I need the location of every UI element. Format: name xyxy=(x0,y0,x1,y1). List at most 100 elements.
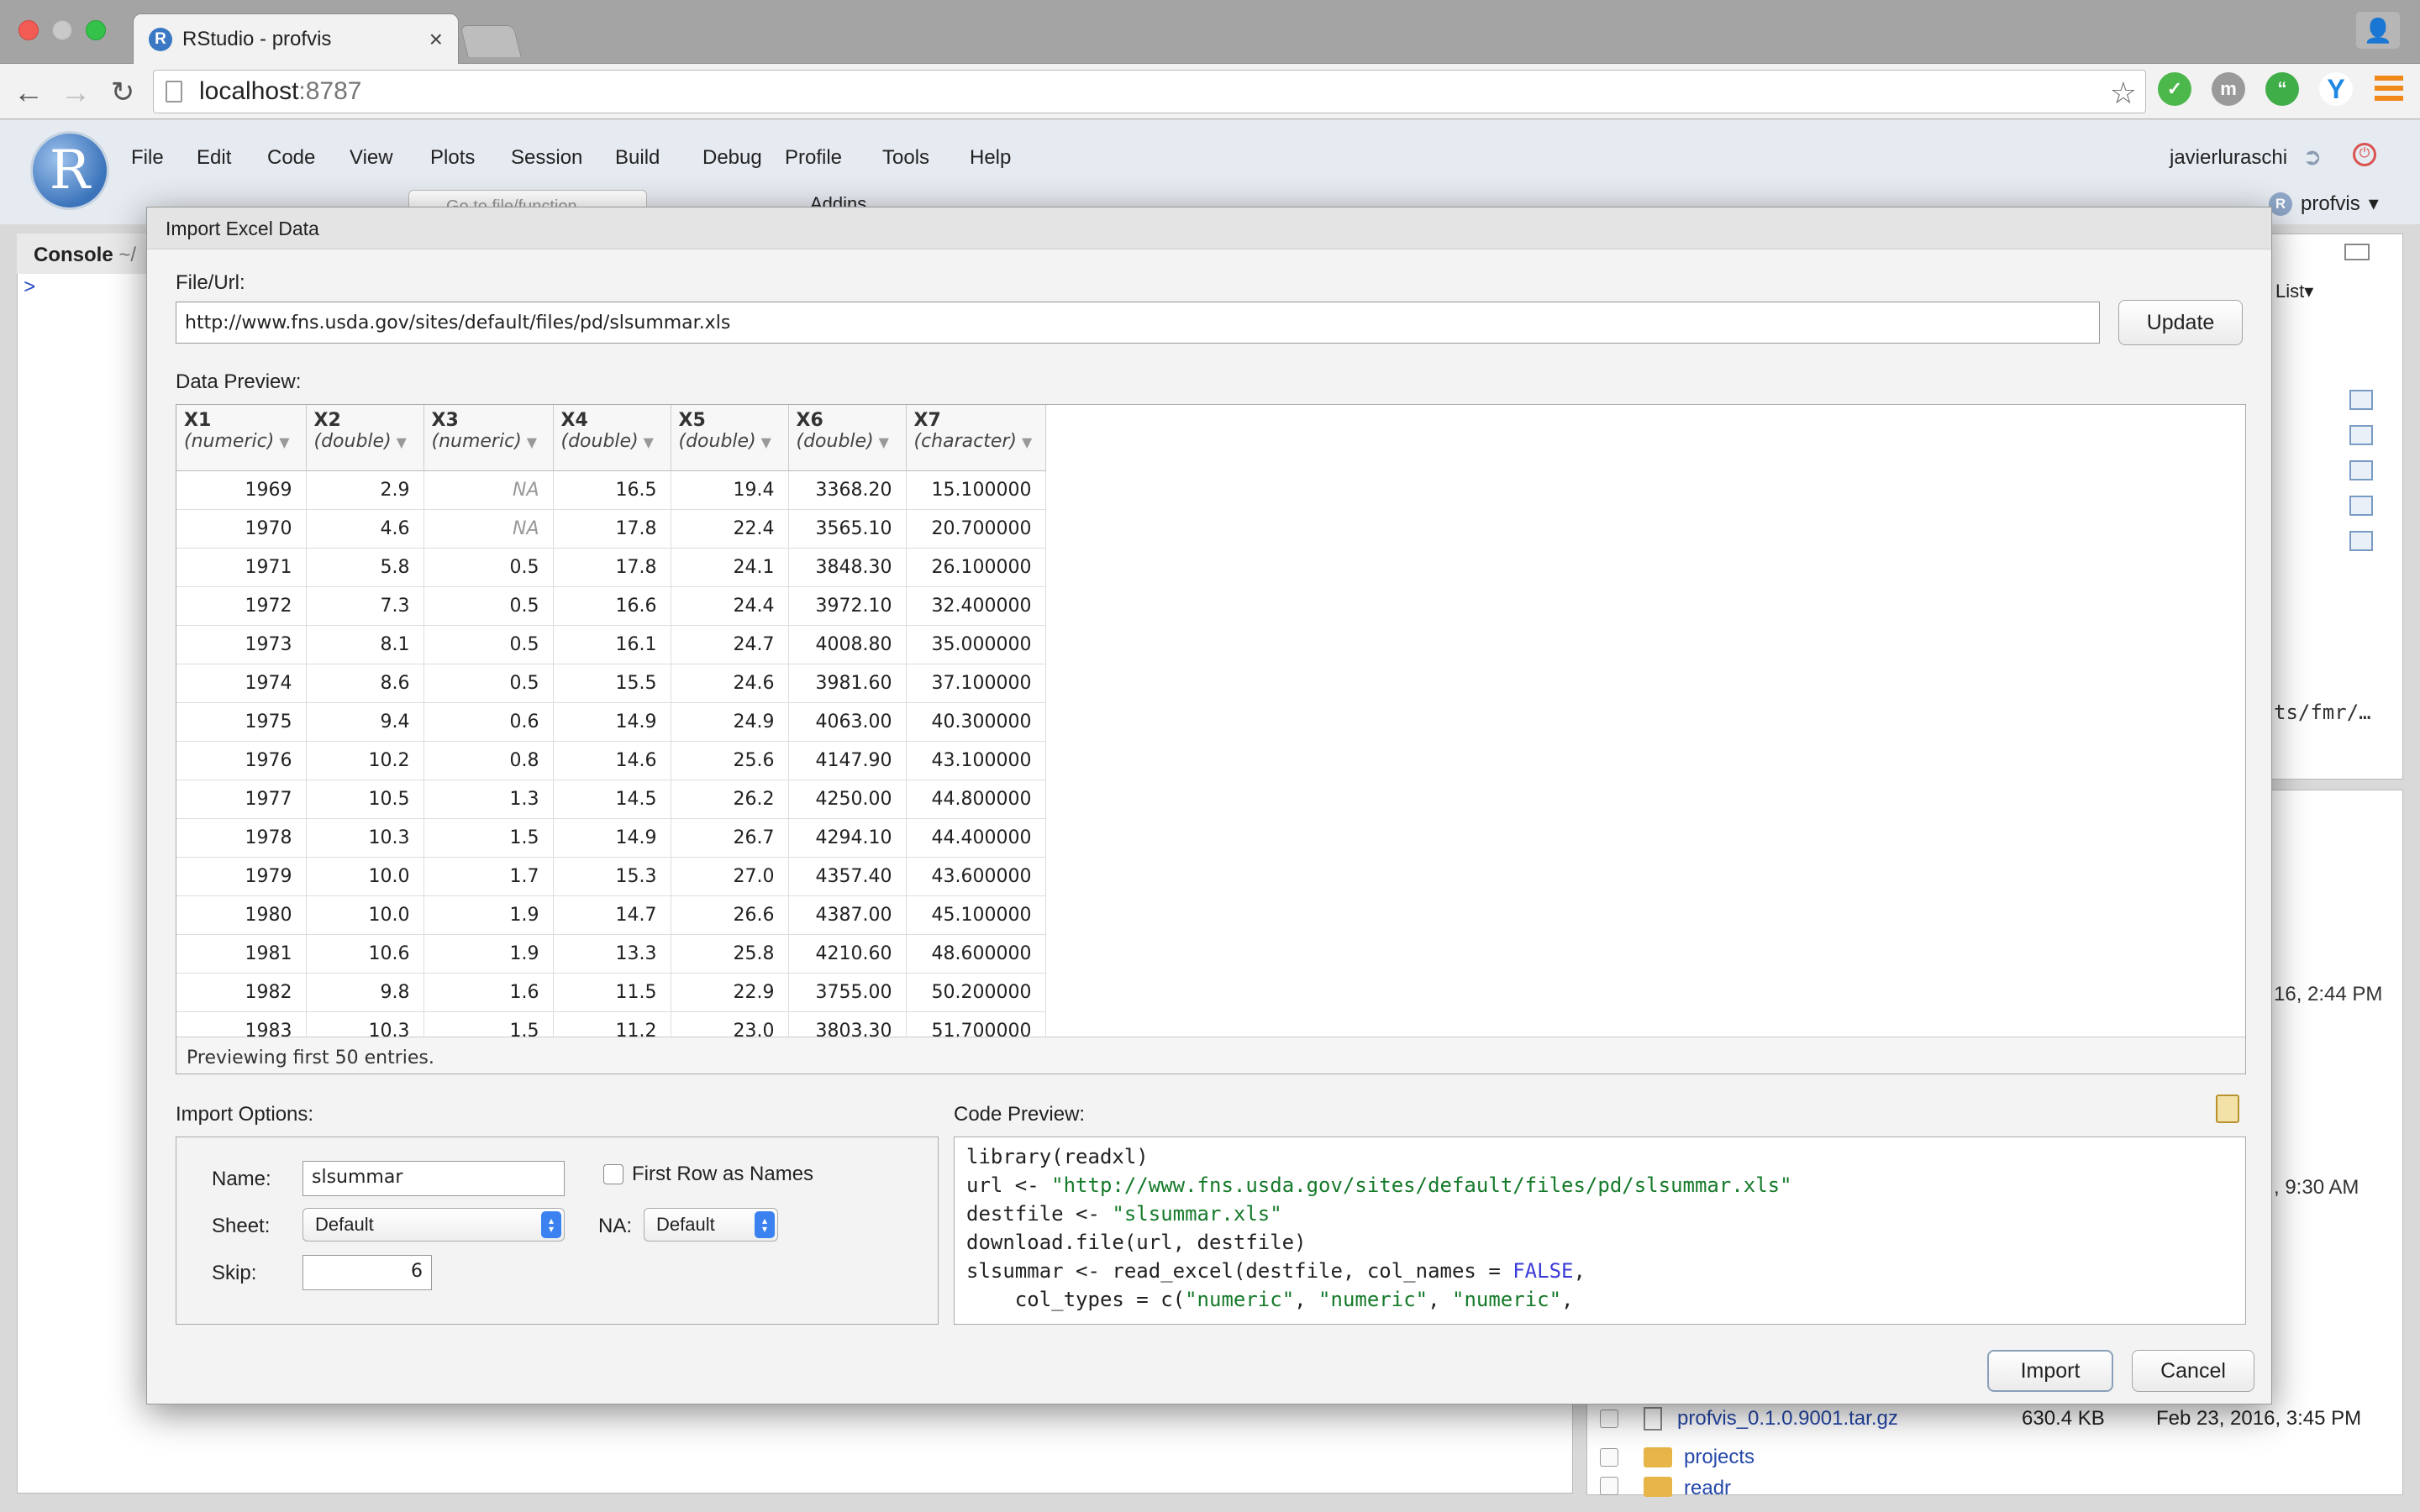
skip-input[interactable]: 6 xyxy=(302,1255,432,1290)
table-cell: NA xyxy=(424,509,554,549)
na-select[interactable]: Default ▴ ▾ xyxy=(644,1208,778,1242)
address-bar[interactable]: localhost:8787 ☆ xyxy=(153,70,2146,113)
sheet-label: Sheet: xyxy=(212,1215,271,1237)
grid-icon[interactable] xyxy=(2349,460,2373,480)
column-header[interactable]: X3 (numeric) ▼ xyxy=(424,405,554,471)
code-line: col_types = c("numeric", "numeric", "num… xyxy=(966,1285,2233,1314)
close-window-button[interactable] xyxy=(18,20,39,40)
file-row[interactable]: profvis_0.1.0.9001.tar.gz 630.4 KB Feb 2… xyxy=(1600,1399,2398,1438)
table-cell: 14.9 xyxy=(553,702,671,742)
table-row: 1980 10.0 1.9 14.7 26.6 4387.00 45.100000 xyxy=(176,895,1046,935)
column-type-dropdown-icon[interactable]: ▼ xyxy=(397,434,407,450)
console-prompt[interactable]: > xyxy=(24,277,35,300)
table-cell: 4250.00 xyxy=(788,780,907,819)
folder-icon xyxy=(1644,1477,1672,1497)
menu-help[interactable]: Help xyxy=(970,146,1011,170)
table-cell: 9.8 xyxy=(306,973,424,1012)
code-preview[interactable]: library(readxl) url <- "http://www.fns.us… xyxy=(954,1137,2246,1325)
table-cell: 26.2 xyxy=(671,780,789,819)
tab-close-icon[interactable]: × xyxy=(429,26,443,53)
code-token: slsummar <- read_excel(destfile, col_nam… xyxy=(966,1259,1513,1283)
table-cell: 1971 xyxy=(176,548,307,587)
file-row[interactable]: readr xyxy=(1600,1477,2398,1505)
menu-file[interactable]: File xyxy=(131,146,164,170)
env-view-dropdown[interactable]: List▾ xyxy=(2275,281,2313,302)
user-profile-icon[interactable]: 👤 xyxy=(2356,12,2400,49)
grid-icon[interactable] xyxy=(2349,496,2373,516)
file-checkbox[interactable] xyxy=(1600,1410,1618,1428)
table-cell: 3981.60 xyxy=(788,664,907,703)
menu-debug[interactable]: Debug xyxy=(702,146,762,170)
extension-quote-icon[interactable]: “ xyxy=(2265,72,2299,106)
menu-build[interactable]: Build xyxy=(615,146,660,170)
clipboard-icon[interactable] xyxy=(2216,1095,2239,1123)
forward-icon[interactable]: → xyxy=(57,74,94,111)
browser-tab-active[interactable]: R RStudio - profvis × xyxy=(133,13,459,64)
logout-icon[interactable]: ➲ xyxy=(2302,143,2322,171)
file-row[interactable]: projects xyxy=(1600,1438,2398,1477)
column-header[interactable]: X5 (double) ▼ xyxy=(671,405,789,471)
table-cell: 10.6 xyxy=(306,934,424,974)
column-type-dropdown-icon[interactable]: ▼ xyxy=(527,434,537,450)
menu-edit[interactable]: Edit xyxy=(197,146,231,170)
preview-table: X1 (numeric) ▼ X2 (double) ▼ X3 (numeric) ▼ X4 (do… xyxy=(176,405,1046,1051)
table-cell: NA xyxy=(424,470,554,510)
name-input[interactable]: slsummar xyxy=(302,1161,565,1196)
reload-icon[interactable]: ↻ xyxy=(104,74,141,111)
code-line: slsummar <- read_excel(destfile, col_nam… xyxy=(966,1257,2233,1285)
table-cell: 1969 xyxy=(176,470,307,510)
import-button[interactable]: Import xyxy=(1987,1350,2113,1392)
column-type-dropdown-icon[interactable]: ▼ xyxy=(279,434,289,450)
page-icon xyxy=(166,81,182,102)
table-cell: 1980 xyxy=(176,895,307,935)
code-token: url <- xyxy=(966,1173,1052,1197)
power-icon[interactable]: ⏻ xyxy=(2353,143,2376,166)
file-url-input[interactable]: http://www.fns.usda.gov/sites/default/fi… xyxy=(176,302,2100,344)
zoom-window-button[interactable] xyxy=(86,20,106,40)
table-cell: 1.3 xyxy=(424,780,554,819)
menu-plots[interactable]: Plots xyxy=(430,146,475,170)
update-button[interactable]: Update xyxy=(2118,300,2243,345)
table-cell: 1981 xyxy=(176,934,307,974)
grid-icon[interactable] xyxy=(2349,425,2373,445)
table-cell: 1972 xyxy=(176,586,307,626)
menu-icon[interactable] xyxy=(2375,76,2403,101)
column-type-dropdown-icon[interactable]: ▼ xyxy=(644,434,654,450)
menu-code[interactable]: Code xyxy=(267,146,315,170)
extension-green-icon[interactable]: ✓ xyxy=(2158,72,2191,106)
column-name: X7 xyxy=(913,410,941,431)
menu-view[interactable]: View xyxy=(350,146,393,170)
new-tab-button[interactable] xyxy=(460,25,522,57)
column-type-dropdown-icon[interactable]: ▼ xyxy=(1022,434,1032,450)
column-type-dropdown-icon[interactable]: ▼ xyxy=(879,434,889,450)
column-header[interactable]: X7 (character) ▼ xyxy=(906,405,1046,471)
menu-tools[interactable]: Tools xyxy=(882,146,929,170)
project-menu[interactable]: R profvis ▾ xyxy=(2269,192,2379,216)
menu-session[interactable]: Session xyxy=(511,146,582,170)
column-type-dropdown-icon[interactable]: ▼ xyxy=(761,434,771,450)
table-cell: 4063.00 xyxy=(788,702,907,742)
file-checkbox[interactable] xyxy=(1600,1477,1618,1495)
table-cell: 17.8 xyxy=(553,548,671,587)
grid-icon[interactable] xyxy=(2349,390,2373,410)
table-cell: 11.5 xyxy=(553,973,671,1012)
column-header[interactable]: X4 (double) ▼ xyxy=(553,405,671,471)
maximize-pane-icon[interactable] xyxy=(2344,244,2370,260)
extension-m-icon[interactable]: m xyxy=(2212,72,2245,106)
table-cell: 1973 xyxy=(176,625,307,664)
back-icon[interactable]: ← xyxy=(10,74,47,111)
extension-y-icon[interactable]: Y xyxy=(2319,72,2353,106)
sheet-select[interactable]: Default ▴ ▾ xyxy=(302,1208,565,1242)
cancel-button[interactable]: Cancel xyxy=(2132,1350,2254,1392)
first-row-checkbox[interactable] xyxy=(603,1164,623,1184)
column-header[interactable]: X1 (numeric) ▼ xyxy=(176,405,307,471)
file-checkbox[interactable] xyxy=(1600,1448,1618,1467)
menu-profile[interactable]: Profile xyxy=(785,146,842,170)
name-label: Name: xyxy=(212,1168,271,1190)
grid-icon[interactable] xyxy=(2349,531,2373,551)
minimize-window-button[interactable] xyxy=(52,20,72,40)
column-header[interactable]: X2 (double) ▼ xyxy=(306,405,424,471)
column-type: (character) xyxy=(913,431,1018,452)
star-icon[interactable]: ☆ xyxy=(2110,76,2137,111)
column-header[interactable]: X6 (double) ▼ xyxy=(788,405,907,471)
